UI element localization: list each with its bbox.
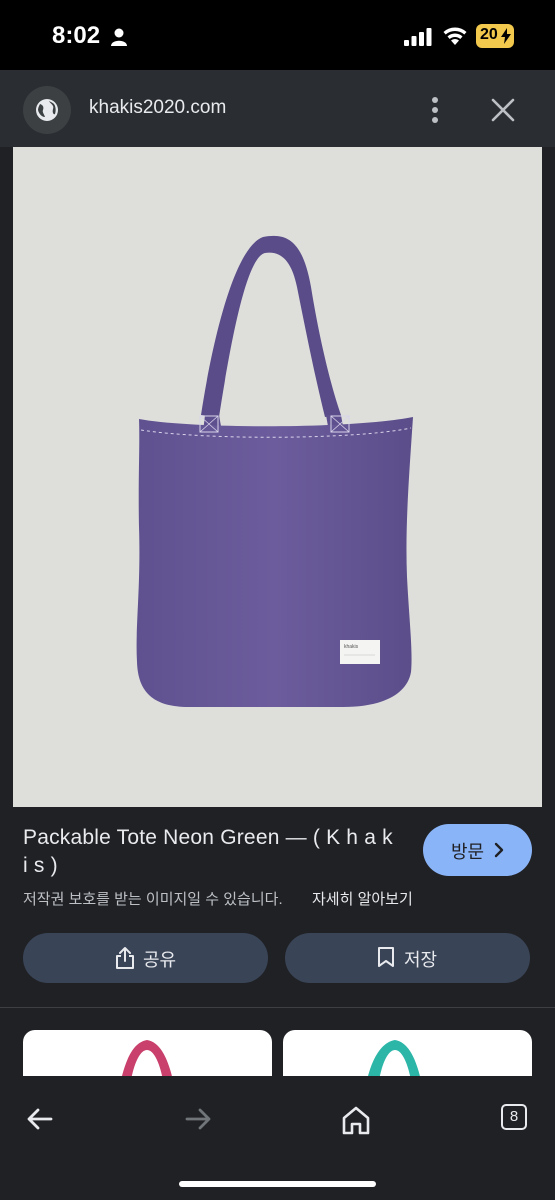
person-icon — [111, 28, 127, 46]
result-title: Packable Tote Neon Green — ( K h a k i s… — [23, 826, 393, 877]
learn-more-link[interactable]: 자세히 알아보기 — [312, 888, 413, 909]
back-arrow-icon — [27, 1108, 53, 1130]
status-bar: 8:02 20 — [0, 0, 555, 70]
visit-button[interactable]: 방문 — [423, 824, 532, 876]
site-info-button[interactable] — [23, 86, 71, 134]
signal-icon — [404, 28, 432, 46]
url-bar: khakis2020.com — [0, 70, 555, 147]
battery-charging-icon: 20 — [476, 24, 514, 48]
more-vert-icon[interactable] — [425, 96, 445, 124]
url-text[interactable]: khakis2020.com — [89, 97, 226, 119]
home-icon — [342, 1106, 370, 1135]
brand-label-text: khakis — [344, 644, 359, 650]
share-button[interactable]: 공유 — [23, 933, 268, 983]
share-icon — [116, 947, 134, 969]
related-image-card[interactable] — [23, 1030, 272, 1080]
related-image-card[interactable] — [283, 1030, 532, 1080]
screen: 8:02 20 khakis2020.com khakis Packable T… — [0, 0, 555, 1200]
pink-tote-thumbnail — [121, 1040, 173, 1080]
tab-count: 8 — [501, 1104, 527, 1130]
globe-icon — [36, 99, 58, 121]
teal-tote-thumbnail — [367, 1040, 421, 1080]
divider — [0, 1007, 555, 1008]
bookmark-icon — [378, 947, 394, 967]
home-button[interactable] — [340, 1104, 376, 1140]
share-label: 공유 — [143, 950, 177, 970]
visit-label: 방문 — [451, 842, 485, 862]
copyright-notice: 저작권 보호를 받는 이미지일 수 있습니다. — [23, 891, 283, 908]
tote-bag-illustration: khakis — [136, 235, 413, 707]
wifi-icon — [443, 27, 467, 45]
product-image[interactable]: khakis — [13, 147, 542, 807]
save-button[interactable]: 저장 — [285, 933, 530, 983]
bolt-icon — [501, 28, 511, 44]
close-icon[interactable] — [490, 97, 516, 123]
status-time: 8:02 — [52, 22, 101, 49]
forward-arrow-icon — [185, 1108, 211, 1130]
back-button[interactable] — [25, 1104, 61, 1140]
chevron-right-icon — [494, 842, 504, 858]
battery-level: 20 — [480, 26, 498, 43]
forward-button[interactable] — [183, 1104, 219, 1140]
tabs-icon[interactable]: 8 — [501, 1104, 537, 1140]
save-label: 저장 — [404, 950, 438, 970]
home-indicator[interactable] — [179, 1181, 376, 1187]
